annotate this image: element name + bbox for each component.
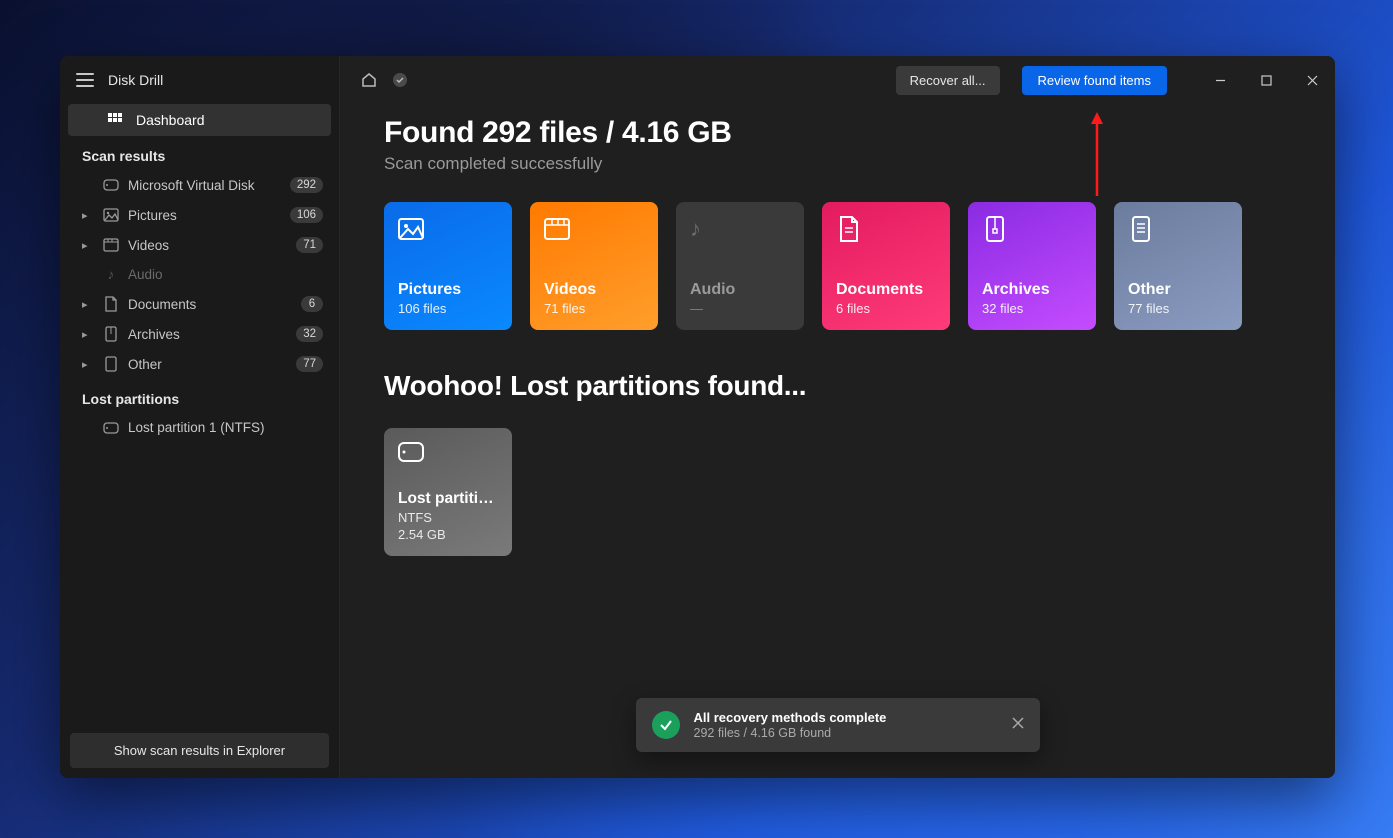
partition-title: Lost partitio...: [398, 490, 498, 508]
scan-results-heading: Scan results: [60, 136, 339, 170]
audio-icon: ♪: [690, 216, 790, 254]
count-badge: 106: [290, 207, 323, 223]
partition-fs: NTFS: [398, 510, 498, 525]
count-badge: 71: [296, 237, 323, 253]
documents-icon: [836, 216, 936, 254]
toast-close-button[interactable]: [1012, 716, 1024, 734]
chevron-right-icon: ▸: [82, 358, 94, 371]
card-sub: 71 files: [544, 301, 644, 316]
archives-icon: [982, 216, 1082, 254]
count-badge: 292: [290, 177, 323, 193]
card-documents[interactable]: Documents 6 files: [822, 202, 950, 330]
grid-icon: [106, 112, 124, 128]
disk-icon: [102, 179, 120, 191]
show-in-explorer-button[interactable]: Show scan results in Explorer: [70, 733, 329, 768]
archives-icon: [102, 326, 120, 342]
card-title: Documents: [836, 281, 936, 299]
menu-icon[interactable]: [76, 73, 94, 87]
card-videos[interactable]: Videos 71 files: [530, 202, 658, 330]
sidebar-item-label: Archives: [128, 327, 288, 342]
count-badge: 77: [296, 356, 323, 372]
sidebar-item-lost-partition[interactable]: Lost partition 1 (NTFS): [60, 413, 339, 442]
sidebar-item-label: Audio: [128, 267, 323, 282]
partition-size: 2.54 GB: [398, 527, 498, 542]
card-sub: 106 files: [398, 301, 498, 316]
scan-status: Scan completed successfully: [384, 154, 1291, 174]
pictures-icon: [102, 208, 120, 222]
audio-icon: ♪: [102, 267, 120, 282]
review-found-items-button[interactable]: Review found items: [1022, 66, 1167, 95]
card-pictures[interactable]: Pictures 106 files: [384, 202, 512, 330]
count-badge: 32: [296, 326, 323, 342]
window-controls: [1197, 56, 1335, 104]
chevron-right-icon: ▸: [82, 209, 94, 222]
partitions-heading: Woohoo! Lost partitions found...: [384, 370, 1291, 402]
videos-icon: [102, 238, 120, 252]
card-sub: 77 files: [1128, 301, 1228, 316]
sidebar-item-disk[interactable]: Microsoft Virtual Disk 292: [60, 170, 339, 200]
titlebar: Recover all... Review found items: [340, 56, 1335, 104]
disk-icon: [102, 422, 120, 434]
card-title: Audio: [690, 281, 790, 299]
other-icon: [1128, 216, 1228, 254]
sidebar-item-pictures[interactable]: ▸ Pictures 106: [60, 200, 339, 230]
card-title: Pictures: [398, 281, 498, 299]
card-title: Videos: [544, 281, 644, 299]
chevron-right-icon: ▸: [82, 239, 94, 252]
nav-dashboard-label: Dashboard: [136, 112, 205, 128]
sidebar-item-archives[interactable]: ▸ Archives 32: [60, 319, 339, 349]
sidebar: Disk Drill Dashboard Scan results Micros…: [60, 56, 340, 778]
card-sub: —: [690, 301, 790, 316]
sidebar-item-label: Other: [128, 357, 288, 372]
card-title: Archives: [982, 281, 1082, 299]
sidebar-item-documents[interactable]: ▸ Documents 6: [60, 289, 339, 319]
card-sub: 6 files: [836, 301, 936, 316]
app-title: Disk Drill: [108, 72, 163, 88]
check-icon: [652, 711, 680, 739]
maximize-button[interactable]: [1243, 56, 1289, 104]
main-panel: Recover all... Review found items Found …: [340, 56, 1335, 778]
check-badge-icon[interactable]: [392, 72, 408, 88]
card-title: Other: [1128, 281, 1228, 299]
app-window: Disk Drill Dashboard Scan results Micros…: [60, 56, 1335, 778]
lost-partitions-heading: Lost partitions: [60, 379, 339, 413]
documents-icon: [102, 296, 120, 312]
close-button[interactable]: [1289, 56, 1335, 104]
home-icon[interactable]: [360, 71, 378, 89]
videos-icon: [544, 216, 644, 254]
count-badge: 6: [301, 296, 323, 312]
recover-all-button[interactable]: Recover all...: [896, 66, 1000, 95]
disk-icon: [398, 442, 498, 480]
toast-sub: 292 files / 4.16 GB found: [694, 726, 887, 740]
minimize-button[interactable]: [1197, 56, 1243, 104]
completion-toast: All recovery methods complete 292 files …: [636, 698, 1040, 752]
card-archives[interactable]: Archives 32 files: [968, 202, 1096, 330]
other-icon: [102, 356, 120, 372]
sidebar-item-other[interactable]: ▸ Other 77: [60, 349, 339, 379]
sidebar-header: Disk Drill: [60, 56, 339, 104]
content: Found 292 files / 4.16 GB Scan completed…: [340, 104, 1335, 778]
card-audio[interactable]: ♪ Audio —: [676, 202, 804, 330]
found-heading: Found 292 files / 4.16 GB: [384, 116, 1291, 150]
sidebar-item-label: Microsoft Virtual Disk: [128, 178, 282, 193]
toast-title: All recovery methods complete: [694, 710, 887, 725]
lost-partition-card[interactable]: Lost partitio... NTFS 2.54 GB: [384, 428, 512, 556]
sidebar-footer: Show scan results in Explorer: [60, 723, 339, 778]
sidebar-item-label: Videos: [128, 238, 288, 253]
chevron-right-icon: ▸: [82, 298, 94, 311]
card-other[interactable]: Other 77 files: [1114, 202, 1242, 330]
sidebar-item-label: Documents: [128, 297, 293, 312]
category-cards: Pictures 106 files Videos 71 files ♪ Aud…: [384, 202, 1291, 330]
card-sub: 32 files: [982, 301, 1082, 316]
nav-dashboard[interactable]: Dashboard: [68, 104, 331, 136]
pictures-icon: [398, 216, 498, 254]
sidebar-item-label: Pictures: [128, 208, 282, 223]
chevron-right-icon: ▸: [82, 328, 94, 341]
sidebar-item-label: Lost partition 1 (NTFS): [128, 420, 323, 435]
sidebar-item-videos[interactable]: ▸ Videos 71: [60, 230, 339, 260]
sidebar-item-audio[interactable]: ♪ Audio: [60, 260, 339, 289]
